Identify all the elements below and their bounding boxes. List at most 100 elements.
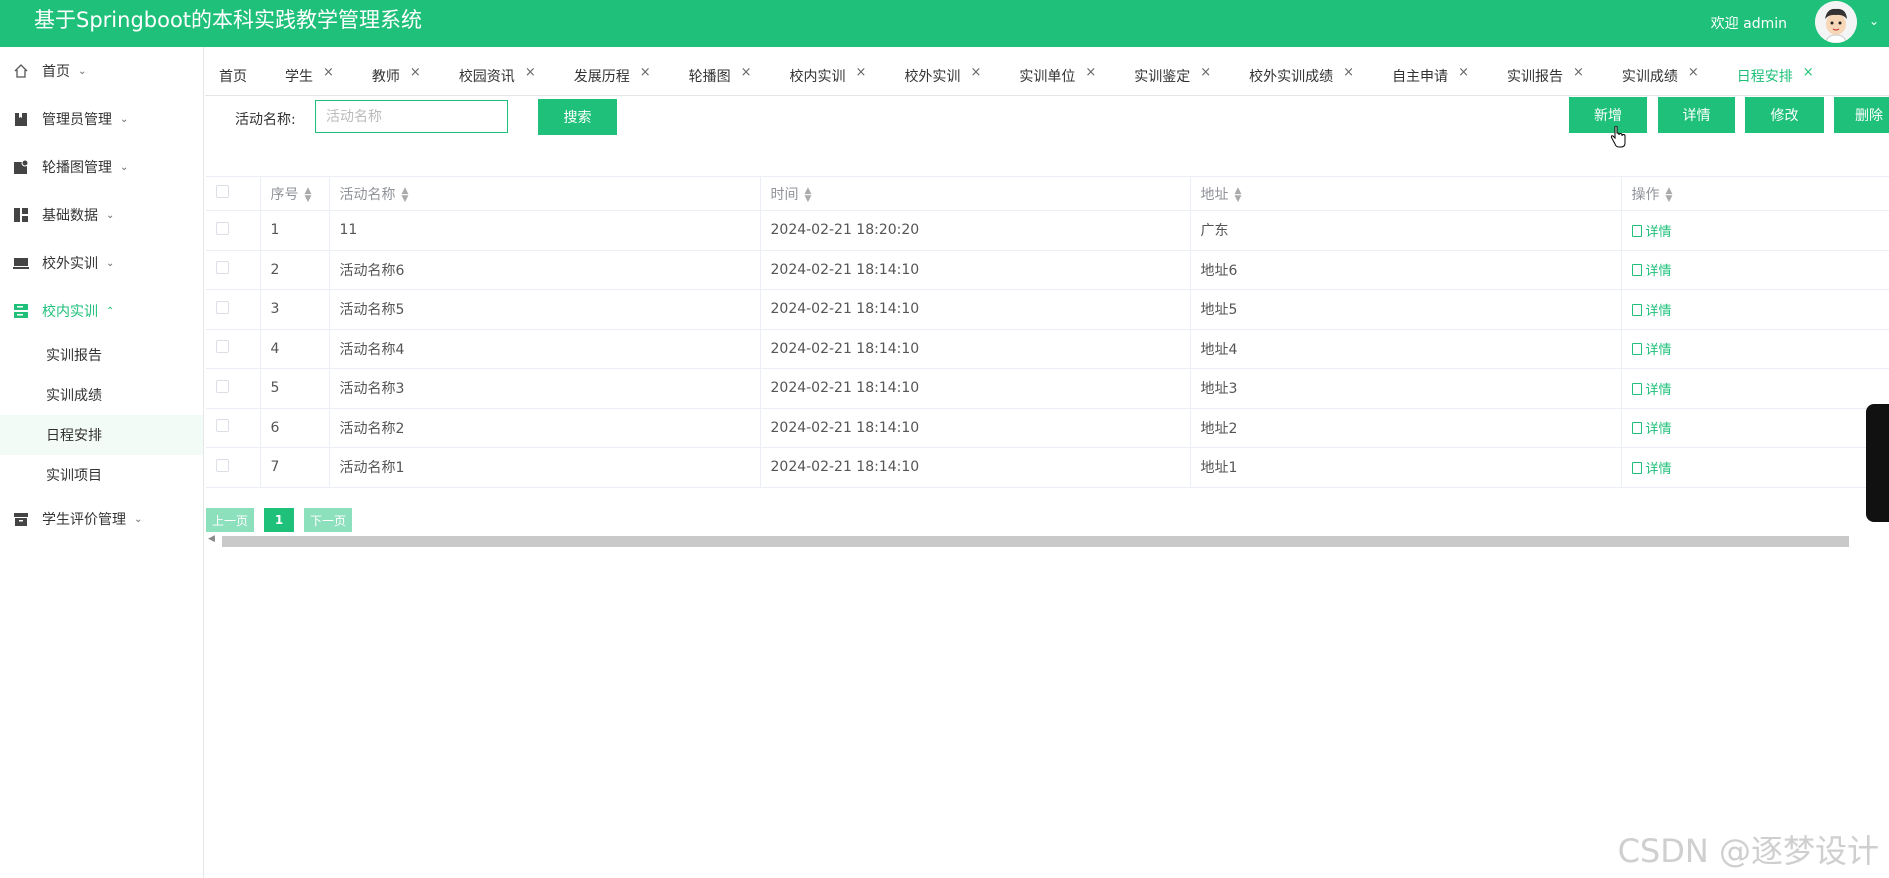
close-icon[interactable]: ×: [410, 65, 421, 80]
close-icon[interactable]: ×: [970, 65, 981, 80]
close-icon[interactable]: ×: [525, 65, 536, 80]
table-row[interactable]: 2 活动名称6 2024-02-21 18:14:10 地址6 详情: [206, 250, 1889, 290]
tab-schedule[interactable]: 日程安排 ×: [1723, 56, 1828, 96]
tab-external-score[interactable]: 校外实训成绩 ×: [1235, 56, 1368, 96]
close-icon[interactable]: ×: [1200, 65, 1211, 80]
row-checkbox[interactable]: [216, 300, 229, 314]
row-select-cell: [206, 250, 261, 290]
sidebar-item-student-evaluation[interactable]: 学生评价管理 ⌄: [0, 495, 203, 543]
close-icon[interactable]: ×: [1085, 65, 1096, 80]
tab-label: 校内实训: [789, 68, 846, 85]
select-all-checkbox[interactable]: [216, 185, 229, 198]
tab-training-score[interactable]: 实训成绩 ×: [1608, 56, 1713, 96]
sidebar-subitem-report[interactable]: 实训报告: [0, 335, 203, 375]
tab-home[interactable]: 首页: [205, 56, 261, 96]
tab-internal-training[interactable]: 校内实训 ×: [776, 56, 881, 96]
tab-training-unit[interactable]: 实训单位 ×: [1005, 56, 1110, 96]
sort-icon[interactable]: ▲ ▼: [402, 186, 409, 203]
chevron-down-icon[interactable]: ⌄: [1869, 14, 1879, 28]
sidebar-item-admin[interactable]: 管理员管理 ⌄: [0, 95, 203, 143]
table-row[interactable]: 7 活动名称1 2024-02-21 18:14:10 地址1 详情: [206, 447, 1889, 488]
cell-index: 6: [260, 408, 330, 448]
column-header-actions[interactable]: 操作 ▲ ▼: [1621, 176, 1889, 211]
search-input[interactable]: [315, 100, 508, 133]
row-detail-link[interactable]: 详情: [1631, 303, 1672, 319]
row-checkbox[interactable]: [216, 221, 229, 235]
close-icon[interactable]: ×: [1343, 65, 1354, 80]
pagination: 上一页 1 下一页: [206, 508, 362, 532]
table-row[interactable]: 5 活动名称3 2024-02-21 18:14:10 地址3 详情: [206, 368, 1889, 409]
close-icon[interactable]: ×: [856, 65, 867, 80]
tab-training-appraisal[interactable]: 实训鉴定 ×: [1120, 56, 1225, 96]
column-header-name[interactable]: 活动名称 ▲ ▼: [329, 176, 761, 211]
sidebar-subitem-schedule[interactable]: 日程安排: [0, 415, 203, 455]
row-checkbox[interactable]: [216, 261, 229, 275]
column-header-time[interactable]: 时间 ▲ ▼: [760, 176, 1191, 211]
sidebar-item-basic-data[interactable]: 基础数据 ⌄: [0, 191, 203, 239]
sidebar-subitem-project[interactable]: 实训项目: [0, 455, 203, 495]
table-header-row: 序号 ▲ ▼ 活动名称 ▲ ▼ 时间 ▲ ▼ 地址 ▲ ▼ 操作 ▲ ▼: [206, 176, 1889, 211]
chevron-up-icon: ⌃: [106, 305, 115, 317]
sort-icon[interactable]: ▲ ▼: [1235, 186, 1242, 203]
tab-history[interactable]: 发展历程 ×: [560, 56, 665, 96]
row-checkbox[interactable]: [216, 458, 229, 472]
tab-teacher[interactable]: 教师 ×: [358, 56, 435, 96]
sidebar-item-home[interactable]: 首页 ⌄: [0, 47, 203, 95]
row-checkbox[interactable]: [216, 379, 229, 393]
sort-icon[interactable]: ▲ ▼: [805, 186, 812, 203]
cell-actions: 详情: [1621, 329, 1889, 369]
close-icon[interactable]: ×: [741, 65, 752, 80]
table-row[interactable]: 3 活动名称5 2024-02-21 18:14:10 地址5 详情: [206, 289, 1889, 330]
add-button[interactable]: 新增: [1569, 97, 1647, 133]
search-button[interactable]: 搜索: [538, 99, 617, 135]
column-header-index[interactable]: 序号 ▲ ▼: [260, 176, 330, 211]
cell-actions: 详情: [1621, 250, 1889, 290]
avatar[interactable]: [1815, 1, 1857, 43]
sort-icon[interactable]: ▲ ▼: [305, 186, 312, 203]
row-checkbox[interactable]: [216, 340, 229, 354]
row-detail-label: 详情: [1645, 461, 1672, 477]
tab-carousel[interactable]: 轮播图 ×: [675, 56, 766, 96]
close-icon[interactable]: ×: [640, 65, 651, 80]
row-detail-link[interactable]: 详情: [1631, 461, 1672, 477]
sidebar-item-external-training[interactable]: 校外实训 ⌄: [0, 239, 203, 287]
column-header-address[interactable]: 地址 ▲ ▼: [1190, 176, 1622, 211]
close-icon[interactable]: ×: [1458, 65, 1469, 80]
close-icon[interactable]: ×: [323, 65, 334, 80]
table-row[interactable]: 4 活动名称4 2024-02-21 18:14:10 地址4 详情: [206, 329, 1889, 369]
tab-student[interactable]: 学生 ×: [271, 56, 348, 96]
close-icon[interactable]: ×: [1803, 65, 1814, 80]
sidebar-item-internal-training[interactable]: 校内实训 ⌃: [0, 287, 203, 335]
row-detail-label: 详情: [1645, 264, 1672, 280]
tab-label: 实训鉴定: [1134, 68, 1191, 85]
row-detail-link[interactable]: 详情: [1631, 224, 1672, 240]
sort-icon[interactable]: ▲ ▼: [1666, 186, 1673, 203]
prev-page-button[interactable]: 上一页: [206, 508, 254, 532]
row-checkbox[interactable]: [216, 419, 229, 433]
row-detail-link[interactable]: 详情: [1631, 422, 1672, 437]
edit-button[interactable]: 修改: [1745, 97, 1824, 133]
row-detail-link[interactable]: 详情: [1631, 382, 1672, 398]
tab-self-application[interactable]: 自主申请 ×: [1378, 56, 1483, 96]
close-icon[interactable]: ×: [1573, 65, 1584, 80]
cell-address: 地址4: [1190, 329, 1622, 369]
sidebar-item-label: 管理员管理: [42, 112, 112, 128]
row-detail-link[interactable]: 详情: [1631, 264, 1672, 280]
delete-button[interactable]: 删除: [1834, 97, 1889, 133]
tab-external-training[interactable]: 校外实训 ×: [890, 56, 995, 96]
sidebar-item-carousel[interactable]: 轮播图管理 ⌄: [0, 143, 203, 191]
scroll-left-icon[interactable]: ◀: [208, 534, 215, 544]
detail-button[interactable]: 详情: [1658, 97, 1735, 133]
floating-assistant-widget[interactable]: [1866, 404, 1889, 522]
sidebar-subitem-score[interactable]: 实训成绩: [0, 375, 203, 415]
tab-training-report[interactable]: 实训报告 ×: [1493, 56, 1598, 96]
horizontal-scrollbar[interactable]: [222, 536, 1849, 547]
table-row[interactable]: 1 11 2024-02-21 18:20:20 广东 详情: [206, 210, 1889, 251]
close-icon[interactable]: ×: [1688, 65, 1699, 80]
tab-campus-news[interactable]: 校园资讯 ×: [445, 56, 550, 96]
next-page-button[interactable]: 下一页: [304, 508, 352, 532]
table-row[interactable]: 6 活动名称2 2024-02-21 18:14:10 地址2 详情: [206, 408, 1889, 448]
page-number-button[interactable]: 1: [264, 508, 294, 532]
cell-time: 2024-02-21 18:14:10: [760, 408, 1191, 448]
row-detail-link[interactable]: 详情: [1631, 343, 1672, 358]
